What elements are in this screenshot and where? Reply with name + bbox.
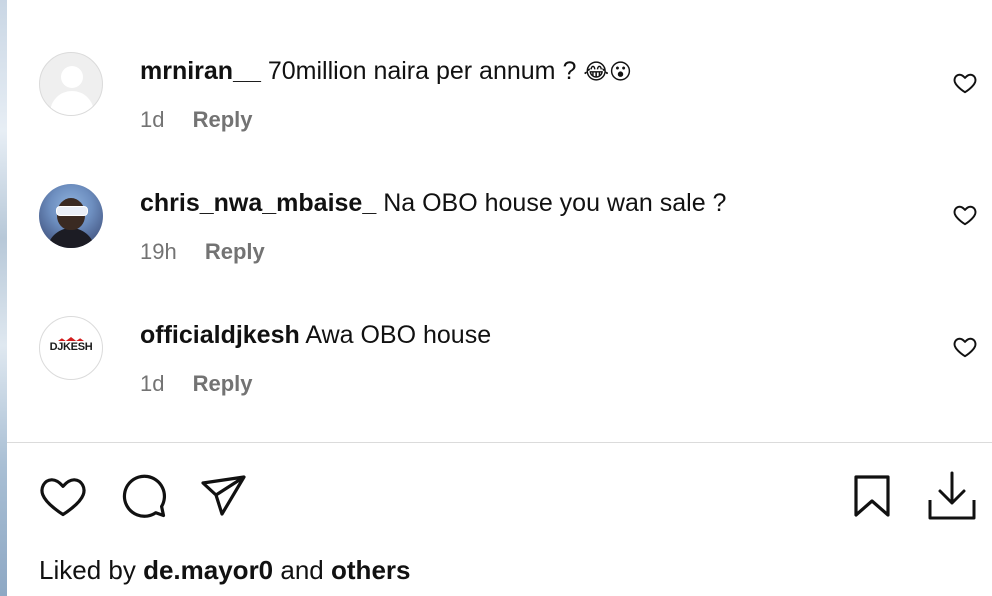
liked-by-middle: and xyxy=(280,555,324,585)
default-avatar-head xyxy=(61,66,83,88)
heart-icon[interactable] xyxy=(952,70,978,96)
avatar[interactable]: DJKESH xyxy=(39,316,103,380)
liked-by-line: Liked by de.mayor0 and others xyxy=(39,555,410,585)
comment-username[interactable]: officialdjkesh xyxy=(140,321,300,349)
heart-icon[interactable] xyxy=(952,334,978,360)
liked-by-others[interactable]: others xyxy=(331,555,410,585)
heart-icon[interactable] xyxy=(952,202,978,228)
background-strip xyxy=(0,0,7,596)
download-icon[interactable] xyxy=(927,470,977,522)
comment-icon[interactable] xyxy=(120,473,168,519)
avatar[interactable] xyxy=(39,52,103,116)
send-icon[interactable] xyxy=(200,474,248,518)
comment-username[interactable]: chris_nwa_mbaise_ xyxy=(140,189,376,217)
reply-button[interactable]: Reply xyxy=(205,239,265,265)
comment-item: DJKESH officialdjkesh Awa OBO house 1d R… xyxy=(39,316,984,416)
comment-timestamp[interactable]: 1d xyxy=(140,107,164,133)
avatar[interactable] xyxy=(39,184,103,248)
comment-line: officialdjkesh Awa OBO house xyxy=(140,320,491,350)
comment-text: 70million naira per annum ? xyxy=(267,57,577,85)
bookmark-icon[interactable] xyxy=(852,474,892,518)
default-avatar-body xyxy=(50,91,94,115)
liked-by-user[interactable]: de.mayor0 xyxy=(143,555,273,585)
comment-username[interactable]: mrniran__ xyxy=(140,57,261,85)
avatar-logo-text: DJKESH xyxy=(49,341,93,353)
comment-timestamp[interactable]: 19h xyxy=(140,239,177,265)
avatar-shirt xyxy=(47,228,95,248)
comment-meta: 1d Reply xyxy=(140,371,253,397)
avatar-glasses xyxy=(56,206,88,216)
reply-button[interactable]: Reply xyxy=(193,107,253,133)
like-post-icon[interactable] xyxy=(39,473,87,519)
comment-line: chris_nwa_mbaise_ Na OBO house you wan s… xyxy=(140,188,726,218)
section-divider xyxy=(7,442,992,443)
comment-meta: 19h Reply xyxy=(140,239,265,265)
comment-timestamp[interactable]: 1d xyxy=(140,371,164,397)
comment-text: Awa OBO house xyxy=(305,321,492,349)
comment-item: chris_nwa_mbaise_ Na OBO house you wan s… xyxy=(39,184,984,284)
comment-emoji: 😂😮 xyxy=(583,60,632,85)
liked-by-prefix: Liked by xyxy=(39,555,136,585)
reply-button[interactable]: Reply xyxy=(193,371,253,397)
comment-line: mrniran__ 70million naira per annum ? 😂😮 xyxy=(140,56,632,88)
comment-text: Na OBO house you wan sale ? xyxy=(383,189,727,217)
comment-meta: 1d Reply xyxy=(140,107,253,133)
comment-item: mrniran__ 70million naira per annum ? 😂😮… xyxy=(39,52,984,152)
